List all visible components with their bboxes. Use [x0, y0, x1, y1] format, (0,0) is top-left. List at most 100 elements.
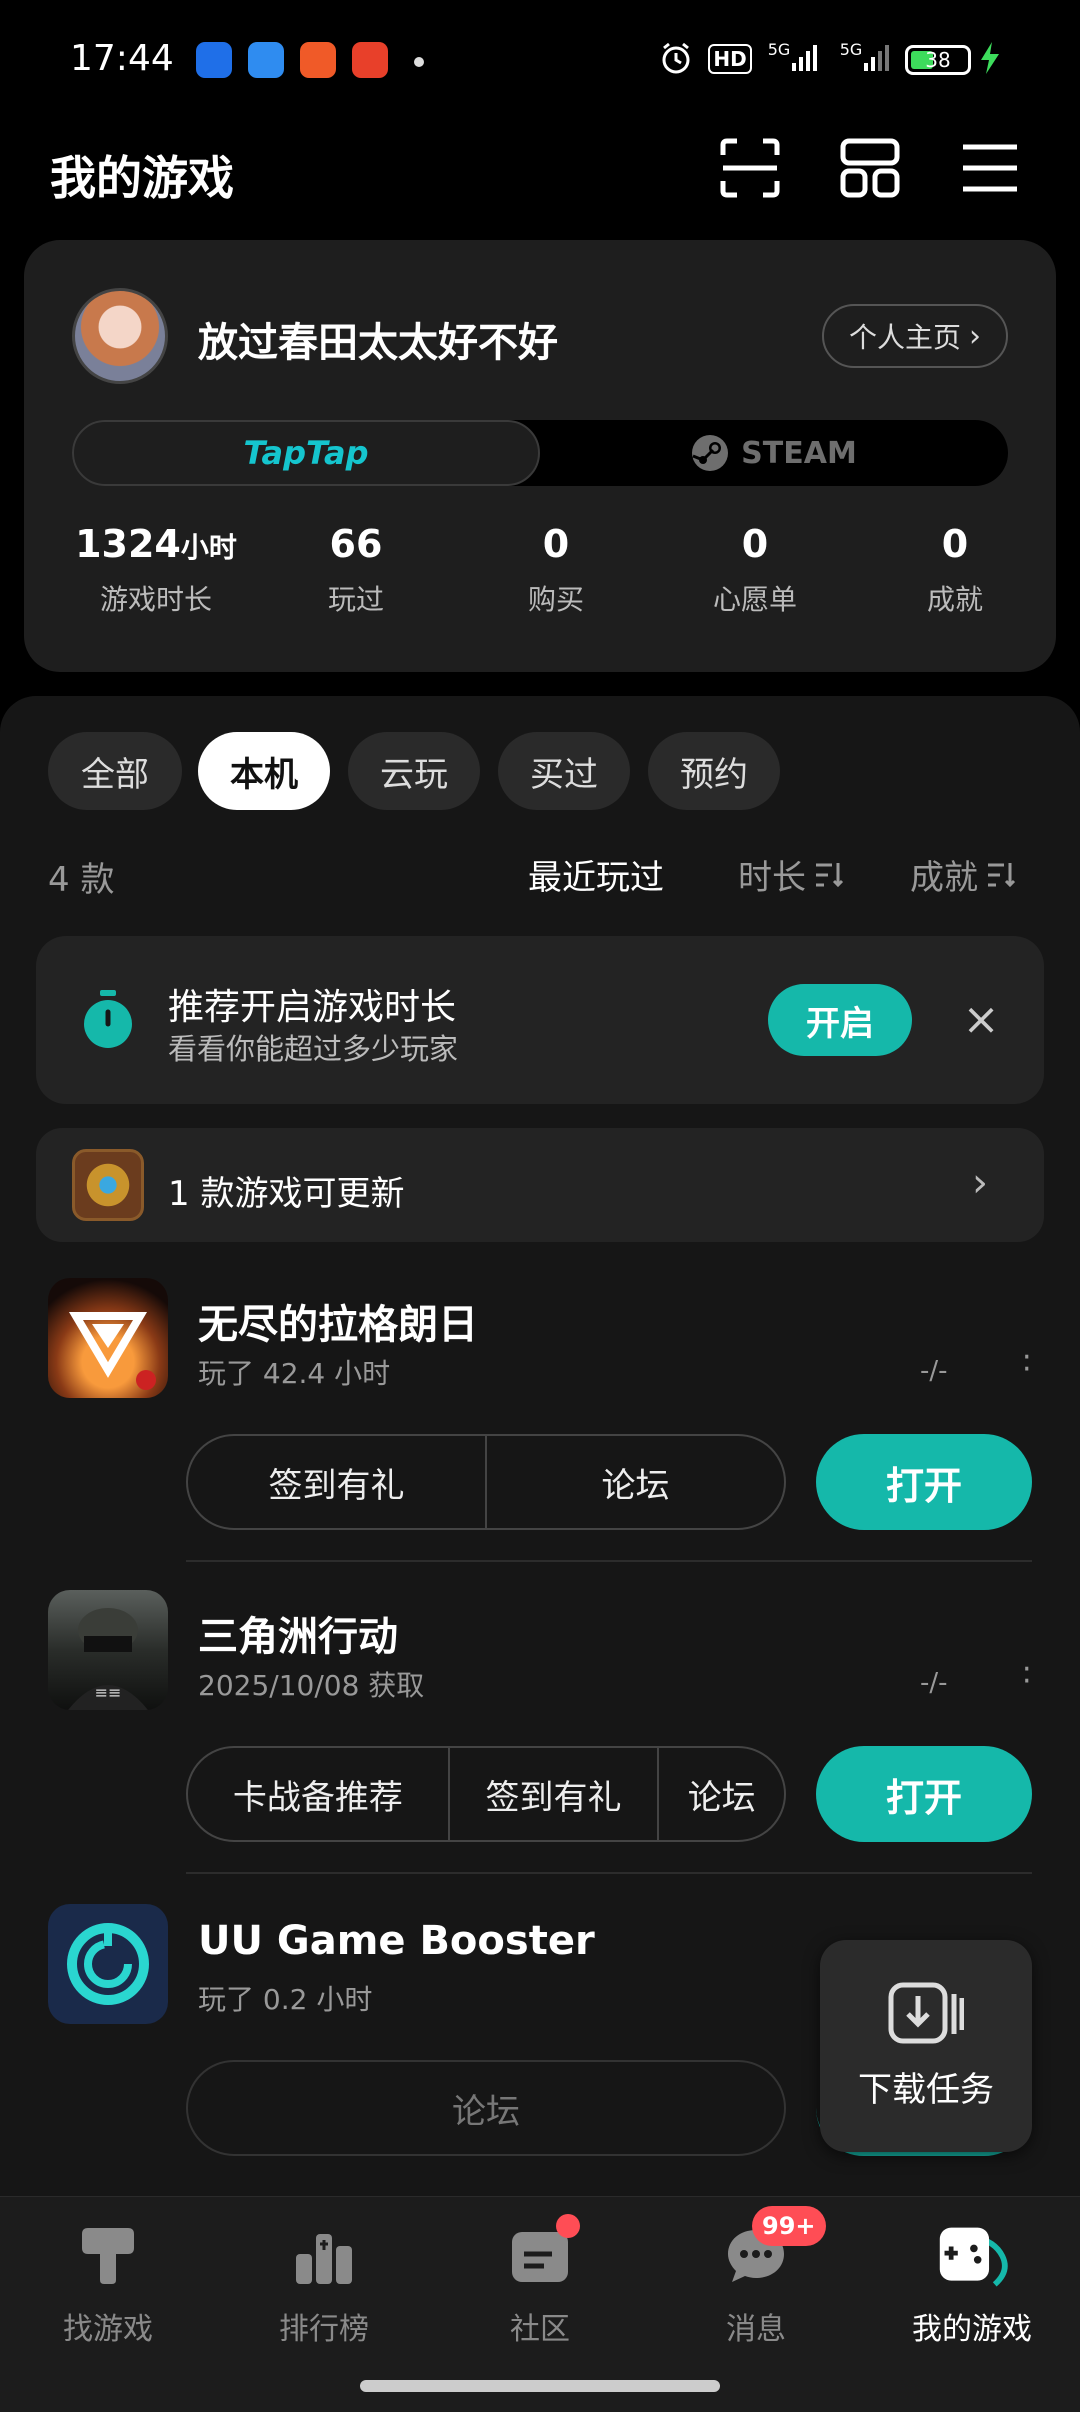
homepage-button[interactable]: 个人主页 › — [822, 304, 1008, 368]
nav-label: 消息 — [726, 2312, 786, 2347]
platform-taptap-tab[interactable]: TapTap — [72, 420, 540, 486]
recommend-title: 推荐开启游戏时长 — [168, 987, 457, 1028]
tab-all[interactable]: 全部 — [48, 732, 182, 810]
stat-playtime[interactable]: 1324小时 游戏时长 — [56, 522, 256, 618]
checkin-gift-button[interactable]: 签到有礼 — [188, 1436, 487, 1528]
user-avatar[interactable] — [72, 288, 168, 384]
home-indicator[interactable] — [360, 2380, 720, 2392]
divider — [186, 1560, 1032, 1562]
charging-icon — [978, 40, 1002, 76]
homepage-button-label: 个人主页 — [848, 321, 961, 354]
close-icon[interactable]: × — [956, 994, 1006, 1045]
sort-duration-label: 时长 — [738, 858, 806, 898]
divider — [186, 1872, 1032, 1874]
nav-my-games[interactable]: 我的游戏 — [892, 2220, 1052, 2370]
hd-voice-icon: HD — [708, 44, 752, 74]
browser-notification-icon — [248, 42, 284, 78]
stat-label: 购买 — [527, 583, 584, 616]
stat-value: 0 — [941, 522, 969, 566]
ranking-icon — [288, 2220, 360, 2292]
network-2-label: 5G — [839, 40, 863, 59]
scan-icon — [720, 138, 780, 198]
network-1-label: 5G — [767, 40, 791, 59]
sort-achievement[interactable]: 成就 — [910, 850, 1016, 899]
sort-icon — [816, 862, 844, 887]
game-actions: 卡战备推荐 签到有礼 论坛 — [186, 1746, 786, 1842]
game-achievement-ratio: -/- — [920, 1356, 948, 1386]
game-icon-delta-force[interactable]: ≡≡ — [48, 1590, 168, 1710]
tab-local[interactable]: 本机 — [198, 732, 330, 810]
stat-purchased[interactable]: 0 购买 — [456, 522, 656, 618]
more-options-icon[interactable]: · · — [1022, 1343, 1032, 1385]
stat-value: 0 — [741, 522, 769, 566]
forum-button[interactable]: 论坛 — [188, 2062, 784, 2154]
game-name[interactable]: UU Game Booster — [198, 1918, 595, 1964]
stat-achievements[interactable]: 0 成就 — [855, 522, 1055, 618]
enable-playtime-button[interactable]: 开启 — [768, 984, 912, 1056]
steam-icon — [692, 435, 729, 471]
chevron-right-icon: › — [972, 1160, 988, 1206]
stat-value: 66 — [329, 522, 383, 566]
find-games-icon — [72, 2220, 144, 2292]
game-name[interactable]: 无尽的拉格朗日 — [198, 1292, 478, 1350]
sort-duration[interactable]: 时长 — [738, 850, 844, 899]
community-badge-dot — [556, 2214, 580, 2238]
more-options-icon[interactable]: · · — [1022, 1655, 1032, 1697]
game-actions: 签到有礼 论坛 — [186, 1434, 786, 1530]
page-title: 我的游戏 — [50, 151, 234, 205]
username: 放过春田太太好不好 — [198, 320, 558, 366]
my-games-icon — [936, 2220, 1008, 2292]
game-icon-uu-booster[interactable] — [48, 1904, 168, 2024]
stopwatch-icon — [80, 990, 136, 1048]
platform-steam-tab[interactable]: STEAM — [540, 420, 1008, 486]
messages-badge: 99+ — [752, 2206, 826, 2246]
game-playtime: 玩了 42.4 小时 — [198, 1357, 391, 1390]
sort-achievement-label: 成就 — [910, 858, 978, 898]
alarm-icon — [658, 40, 694, 76]
status-time: 17:44 — [70, 38, 174, 79]
nav-label: 社区 — [510, 2312, 570, 2347]
nav-find-games[interactable]: 找游戏 — [28, 2220, 188, 2370]
game-name[interactable]: 三角洲行动 — [198, 1604, 398, 1662]
sort-recent[interactable]: 最近玩过 — [528, 850, 664, 899]
sort-recent-label: 最近玩过 — [528, 858, 664, 898]
nav-community[interactable]: 社区 — [460, 2220, 620, 2370]
game-achievement-ratio: -/- — [920, 1668, 948, 1698]
signal-2-icon: 5G — [836, 40, 896, 76]
nav-label: 排行榜 — [279, 2312, 369, 2347]
download-task-button[interactable]: 下载任务 — [820, 1940, 1032, 2152]
game-count: 4 款 — [48, 860, 115, 900]
checkin-gift-button[interactable]: 签到有礼 — [450, 1748, 660, 1840]
loadout-recommend-button[interactable]: 卡战备推荐 — [188, 1748, 450, 1840]
chevron-right-icon: › — [969, 318, 981, 354]
forum-button[interactable]: 论坛 — [659, 1748, 784, 1840]
battery-icon: 38 — [905, 45, 971, 75]
layout-button[interactable] — [830, 132, 910, 204]
nav-ranking[interactable]: 排行榜 — [244, 2220, 404, 2370]
nav-label: 找游戏 — [63, 2312, 153, 2347]
app-notification-icon — [196, 42, 232, 78]
menu-icon — [963, 144, 1017, 192]
hearthstone-game-icon — [72, 1149, 144, 1221]
scan-button[interactable] — [710, 132, 790, 204]
stat-wishlist[interactable]: 0 心愿单 — [655, 522, 855, 618]
stat-value: 1324 — [75, 522, 181, 566]
stat-played[interactable]: 66 玩过 — [256, 522, 456, 618]
tab-reserved[interactable]: 预约 — [648, 732, 780, 810]
open-game-button[interactable]: 打开 — [816, 1434, 1032, 1530]
svg-text:≡≡: ≡≡ — [95, 1683, 122, 1702]
forum-button[interactable]: 论坛 — [487, 1436, 784, 1528]
game-actions: 论坛 — [186, 2060, 786, 2156]
nav-label: 我的游戏 — [912, 2312, 1032, 2347]
game-icon-lagrange[interactable] — [48, 1278, 168, 1398]
tab-purchased[interactable]: 买过 — [498, 732, 630, 810]
open-game-button[interactable]: 打开 — [816, 1746, 1032, 1842]
stat-unit: 小时 — [180, 531, 237, 564]
stat-label: 心愿单 — [712, 583, 797, 616]
sort-icon — [988, 862, 1016, 887]
platform-steam-label: STEAM — [741, 435, 857, 471]
tab-cloud[interactable]: 云玩 — [348, 732, 480, 810]
stat-value: 0 — [542, 522, 570, 566]
menu-button[interactable] — [950, 132, 1030, 204]
battery-level: 38 — [925, 48, 951, 72]
